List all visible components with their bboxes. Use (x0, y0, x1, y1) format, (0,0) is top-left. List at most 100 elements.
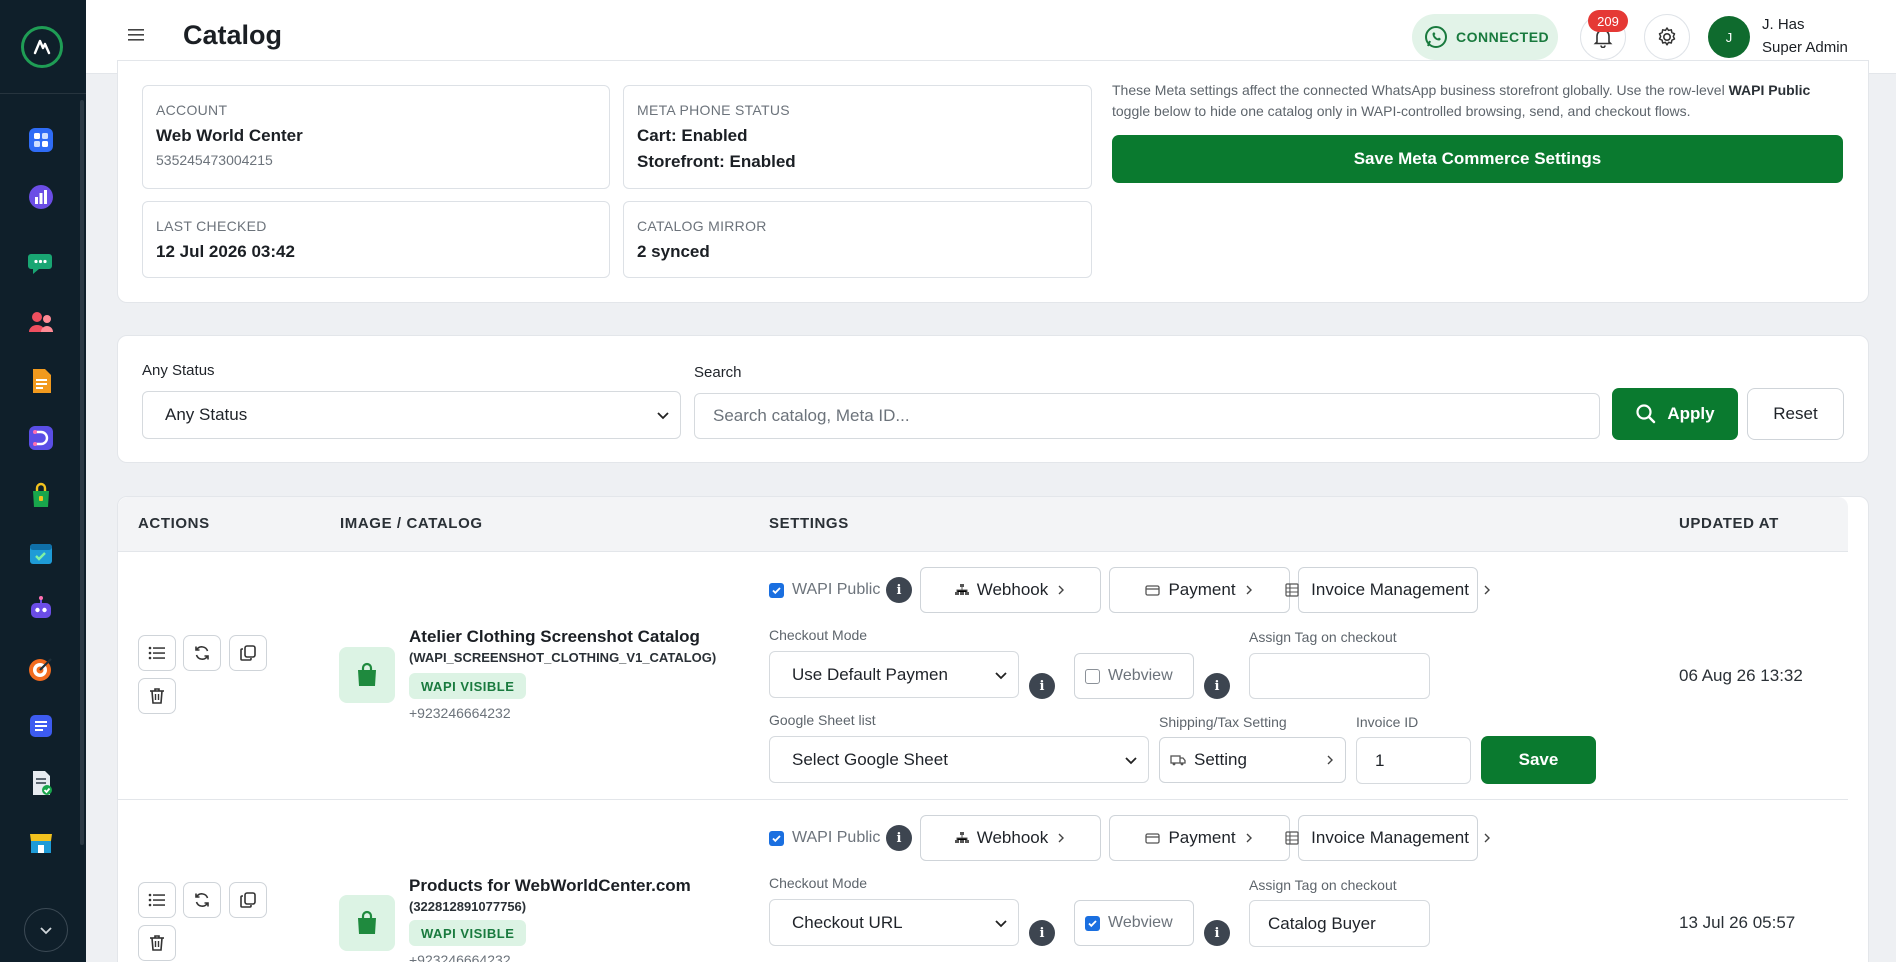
shipping-setting-button[interactable]: Setting (1159, 737, 1346, 783)
wapi-public-checkbox[interactable] (769, 831, 784, 846)
save-row-button[interactable]: Save (1481, 736, 1596, 784)
invoice-grid-icon (1285, 831, 1299, 845)
info-icon[interactable]: i (886, 825, 912, 851)
sidebar-scrollbar[interactable] (80, 100, 84, 845)
webview-checkbox[interactable] (1085, 915, 1100, 931)
info-icon[interactable]: i (1029, 673, 1055, 699)
search-input[interactable]: Search catalog, Meta ID... (694, 393, 1600, 439)
phone-status-label: META PHONE STATUS (637, 102, 790, 118)
view-items-button[interactable] (138, 635, 176, 671)
chevron-down-icon (995, 671, 1007, 679)
shipping-setting-label: Setting (1194, 750, 1247, 769)
webhook-button[interactable]: Webhook (920, 567, 1101, 613)
wapi-public-checkbox[interactable] (769, 583, 784, 598)
chevron-right-icon (1058, 833, 1065, 843)
list-card-icon[interactable] (25, 710, 57, 742)
document-icon[interactable] (25, 365, 57, 397)
checkout-mode-select[interactable]: Use Default Paymen (769, 651, 1019, 698)
chevron-right-icon[interactable] (1482, 584, 1492, 596)
view-items-button[interactable] (138, 882, 176, 918)
assign-tag-input[interactable]: Catalog Buyer (1249, 900, 1430, 947)
updated-at: 13 Jul 26 05:57 (1679, 913, 1796, 932)
payment-label: Payment (1168, 828, 1236, 847)
bot-icon[interactable] (25, 593, 57, 625)
checkout-mode-select[interactable]: Checkout URL (769, 899, 1019, 946)
contacts-icon[interactable] (25, 306, 57, 338)
dashboard-icon[interactable] (25, 124, 57, 156)
assign-tag-input[interactable] (1249, 653, 1430, 699)
invoice-icon[interactable] (25, 767, 57, 799)
target-icon[interactable] (25, 653, 57, 685)
visibility-badge: WAPI VISIBLE (409, 673, 527, 699)
avatar[interactable]: J (1708, 16, 1750, 58)
webview-toggle[interactable]: Webview (1074, 900, 1194, 946)
checkout-mode-value: Checkout URL (792, 912, 903, 932)
account-id: 535245473004215 (156, 152, 273, 168)
settings-button[interactable] (1644, 14, 1690, 60)
info-icon[interactable]: i (1204, 920, 1230, 946)
webhook-button[interactable]: Webhook (920, 815, 1101, 861)
webview-checkbox[interactable] (1085, 668, 1100, 684)
webview-label: Webview (1108, 914, 1173, 931)
chevron-right-icon (1246, 833, 1252, 843)
notification-badge: 209 (1588, 10, 1628, 32)
google-sheet-value: Select Google Sheet (792, 749, 948, 769)
catalog-title[interactable]: Products for WebWorldCenter.com (409, 876, 691, 896)
column-header-actions: ACTIONS (138, 515, 210, 532)
webview-toggle[interactable]: Webview (1074, 653, 1194, 699)
connection-status[interactable]: CONNECTED (1412, 14, 1558, 60)
info-icon[interactable]: i (886, 577, 912, 603)
sidebar-expand-button[interactable] (24, 908, 68, 952)
webhook-label: Webhook (976, 580, 1049, 599)
shopping-bag-icon (358, 662, 376, 686)
sync-button[interactable] (183, 635, 221, 671)
chevron-right-icon[interactable] (1482, 832, 1492, 844)
storefront-status: Storefront: Enabled (637, 152, 796, 171)
delete-button[interactable] (138, 678, 176, 714)
calendar-icon[interactable] (25, 537, 57, 569)
duplicate-button[interactable] (229, 635, 267, 671)
account-stat: ACCOUNT Web World Center 535245473004215 (142, 85, 610, 189)
duplicate-button[interactable] (229, 882, 267, 918)
chevron-down-icon (657, 412, 669, 420)
info-icon[interactable]: i (1204, 673, 1230, 699)
account-label: ACCOUNT (156, 102, 228, 118)
chat-icon[interactable] (25, 247, 57, 279)
chevron-down-icon (1125, 756, 1137, 764)
invoice-management-button[interactable]: Invoice Management (1298, 815, 1478, 861)
status-filter-select[interactable]: Any Status (142, 391, 681, 439)
store-icon[interactable] (25, 826, 57, 858)
checkout-mode-label: Checkout Mode (769, 627, 868, 643)
info-icon[interactable]: i (1029, 920, 1055, 946)
search-label: Search (694, 364, 742, 381)
wallet-icon (1145, 585, 1161, 596)
analytics-icon[interactable] (25, 181, 57, 213)
flow-icon[interactable] (25, 422, 57, 454)
delete-button[interactable] (138, 925, 176, 961)
menu-toggle-button[interactable] (128, 26, 150, 48)
invoice-id-input[interactable]: 1 (1356, 737, 1471, 784)
payment-button[interactable]: Payment (1109, 815, 1290, 861)
app-logo[interactable] (21, 26, 63, 68)
checkout-mode-value: Use Default Paymen (792, 664, 948, 684)
sitemap-icon (954, 584, 969, 595)
meta-note-part2: toggle below to hide one catalog only in… (1112, 103, 1691, 119)
chevron-down-icon (40, 927, 52, 935)
user-name[interactable]: J. Has (1762, 16, 1805, 33)
chevron-right-icon (1246, 585, 1252, 595)
reset-button[interactable]: Reset (1747, 388, 1844, 440)
catalog-title[interactable]: Atelier Clothing Screenshot Catalog (409, 627, 700, 647)
payment-button[interactable]: Payment (1109, 567, 1290, 613)
check-icon (772, 835, 781, 843)
shop-lock-icon[interactable] (25, 479, 57, 511)
google-sheet-select[interactable]: Select Google Sheet (769, 736, 1149, 783)
invoice-management-button[interactable]: Invoice Management (1298, 567, 1478, 613)
invoice-management-label: Invoice Management (1311, 828, 1469, 847)
trash-icon (150, 688, 164, 704)
sync-button[interactable] (183, 882, 221, 918)
wallet-icon (1145, 833, 1161, 844)
hamburger-icon (128, 29, 144, 41)
catalog-phone: +923246664232 (409, 952, 511, 962)
apply-button[interactable]: Apply (1612, 388, 1738, 440)
save-meta-commerce-button[interactable]: Save Meta Commerce Settings (1112, 135, 1843, 183)
